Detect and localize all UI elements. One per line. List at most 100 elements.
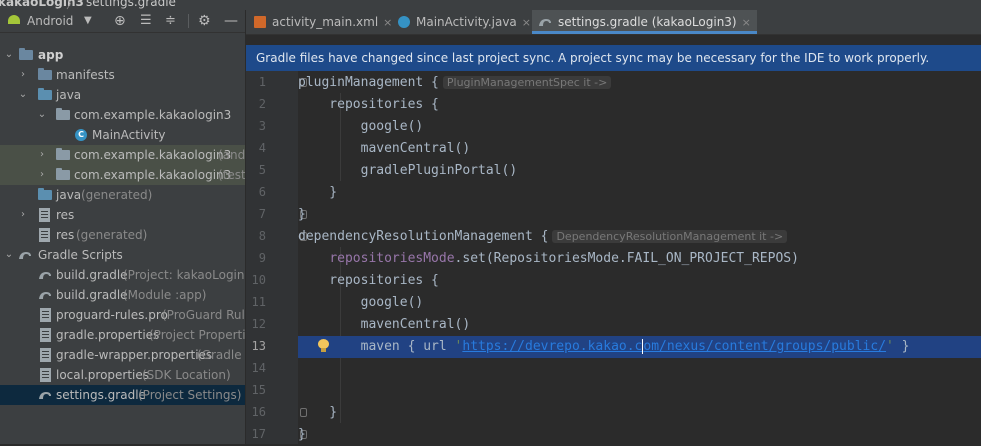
code-text: pluginManagement { — [298, 75, 439, 90]
code-url-link[interactable]: om/nexus/content/groups/public/ — [643, 339, 886, 354]
tree-item-manifests[interactable]: › manifests — [0, 65, 245, 85]
code-line-4: mavenCentral() — [298, 141, 471, 156]
tree-item-res[interactable]: › res — [0, 205, 245, 225]
line-number: 17 — [251, 427, 266, 441]
tree-item-java-generated[interactable]: java (generated) — [0, 185, 245, 205]
code-line-8: dependencyResolutionManagement {Dependen… — [298, 226, 981, 248]
line-number: 3 — [258, 119, 266, 133]
close-icon[interactable]: × — [522, 16, 531, 29]
code-line-12: mavenCentral() — [298, 317, 471, 332]
gradle-icon — [39, 292, 51, 299]
editor-tabs: activity_main.xml × MainActivity.java × se… — [246, 10, 981, 35]
tree-item-label: com.example.kakaologin3 — [74, 168, 232, 182]
chevron-down-icon[interactable]: ⌄ — [3, 45, 15, 65]
tree-item-app[interactable]: ⌄ app — [0, 45, 245, 65]
tree-item-secondary: (generated) — [76, 228, 148, 242]
tab-label: activity_main.xml — [272, 15, 379, 29]
editor-gutter: 1 2 3 4 5 6 7 8 9 10 11 12 13 14 15 16 1… — [246, 71, 307, 444]
tree-item-res-generated[interactable]: res (generated) — [0, 225, 245, 245]
line-number: 7 — [258, 207, 266, 221]
tab-activity-main-xml[interactable]: activity_main.xml × — [254, 10, 392, 34]
package-icon — [56, 148, 70, 160]
tree-item-label: res — [56, 208, 75, 222]
chevron-down-icon[interactable]: ⌄ — [17, 85, 29, 105]
line-number: 11 — [251, 295, 266, 309]
code-line-13-current: maven { url 'https://devrepo.kakao.com/n… — [298, 336, 981, 358]
line-number: 6 — [258, 185, 266, 199]
chevron-right-icon[interactable]: › — [36, 165, 48, 185]
view-selector[interactable]: Android — [27, 10, 73, 32]
gradle-icon — [39, 272, 51, 279]
tree-item-settings-gradle[interactable]: settings.gradle (Project Settings) — [0, 385, 245, 405]
tab-settings-gradle[interactable]: settings.gradle (kakaoLogin3) × — [532, 10, 757, 34]
chevron-right-icon[interactable]: › — [17, 205, 29, 225]
tree-item-local-properties[interactable]: local.properties (SDK Location) — [0, 365, 245, 385]
tree-item-package-test[interactable]: › com.example.kakaologin3 (test) — [0, 165, 245, 185]
line-number: 4 — [258, 141, 266, 155]
chevron-right-icon[interactable]: › — [36, 145, 48, 165]
gear-icon[interactable]: ⚙ — [198, 10, 211, 32]
tree-item-mainactivity[interactable]: C MainActivity — [0, 125, 245, 145]
inlay-hint: DependencyResolutionManagement it -> — [552, 230, 788, 243]
chevron-right-icon[interactable]: › — [17, 65, 29, 85]
tree-item-gradle-wrapper-properties[interactable]: gradle-wrapper.properties (Gradle V — [0, 345, 245, 365]
code-line-7: } — [298, 207, 306, 222]
tree-item-secondary: (test) — [218, 168, 246, 182]
tree-item-proguard[interactable]: proguard-rules.pro (ProGuard Rules — [0, 305, 245, 325]
line-number: 5 — [258, 163, 266, 177]
tree-item-label: build.gradle — [56, 288, 128, 302]
close-icon[interactable]: × — [742, 16, 751, 29]
code-quote: ' — [886, 339, 894, 354]
proguard-file-icon — [40, 308, 51, 322]
minimize-icon[interactable]: — — [224, 10, 238, 32]
code-line-17: } — [298, 427, 306, 442]
tree-item-label: gradle.properties — [56, 328, 160, 342]
tree-item-label: manifests — [56, 68, 115, 82]
expand-all-icon[interactable]: ≑ — [165, 10, 176, 32]
lightbulb-icon[interactable] — [318, 339, 329, 353]
line-number: 2 — [258, 97, 266, 111]
folder-icon — [38, 68, 52, 80]
code-editor[interactable]: pluginManagement {PluginManagementSpec i… — [298, 71, 981, 444]
code-line-3: google() — [298, 119, 424, 134]
module-folder-icon — [19, 48, 33, 60]
tree-item-label: java — [56, 88, 82, 102]
tree-item-package-androidtest[interactable]: › com.example.kakaologin3 (andr — [0, 145, 245, 165]
tree-item-secondary: (andr — [218, 148, 246, 162]
tree-item-build-gradle-project[interactable]: build.gradle (Project: kakaoLogin3) — [0, 265, 245, 285]
code-property: repositoriesMode — [329, 251, 455, 266]
tree-item-package[interactable]: ⌄ com.example.kakaologin3 — [0, 105, 245, 125]
banner-text: Gradle files have changed since last pro… — [256, 51, 930, 65]
tree-item-gradle-properties[interactable]: gradle.properties (Project Properties — [0, 325, 245, 345]
generated-folder-icon — [38, 188, 52, 200]
code-text: dependencyResolutionManagement { — [298, 229, 549, 244]
gradle-icon — [39, 392, 51, 399]
close-icon[interactable]: × — [383, 16, 392, 29]
properties-file-icon — [40, 348, 51, 362]
chevron-down-icon[interactable]: ▼ — [84, 10, 92, 32]
tab-mainactivity-java[interactable]: MainActivity.java × — [398, 10, 531, 34]
chevron-down-icon[interactable]: ⌄ — [3, 245, 15, 265]
package-icon — [56, 108, 70, 120]
line-number: 10 — [251, 273, 266, 287]
code-url-link[interactable]: https://devrepo.kakao.c — [462, 339, 642, 354]
separator — [188, 14, 189, 28]
collapse-all-icon[interactable]: ☰ — [140, 10, 152, 32]
tree-item-java[interactable]: ⌄ java — [0, 85, 245, 105]
tree-item-label: MainActivity — [92, 128, 166, 142]
line-number: 13 — [251, 339, 266, 353]
tree-item-label: app — [38, 48, 64, 62]
code-line-6: } — [298, 185, 338, 200]
title-bar: kakaoLogin3 〉 settings.gradle — [0, 0, 981, 10]
code-line-16: } — [298, 405, 338, 420]
tree-item-secondary: (Project Settings) — [138, 388, 242, 402]
globe-icon[interactable]: ⊕ — [114, 10, 126, 32]
source-folder-icon — [38, 88, 52, 100]
code-text: .set(RepositoriesMode.FAIL_ON_PROJECT_RE… — [454, 251, 799, 266]
tree-item-gradle-scripts[interactable]: ⌄ Gradle Scripts — [0, 245, 245, 265]
chevron-down-icon[interactable]: ⌄ — [36, 105, 48, 125]
tree-item-build-gradle-module[interactable]: build.gradle (Module :app) — [0, 285, 245, 305]
code-line-10: repositories { — [298, 273, 439, 288]
tree-item-label: proguard-rules.pro — [56, 308, 168, 322]
